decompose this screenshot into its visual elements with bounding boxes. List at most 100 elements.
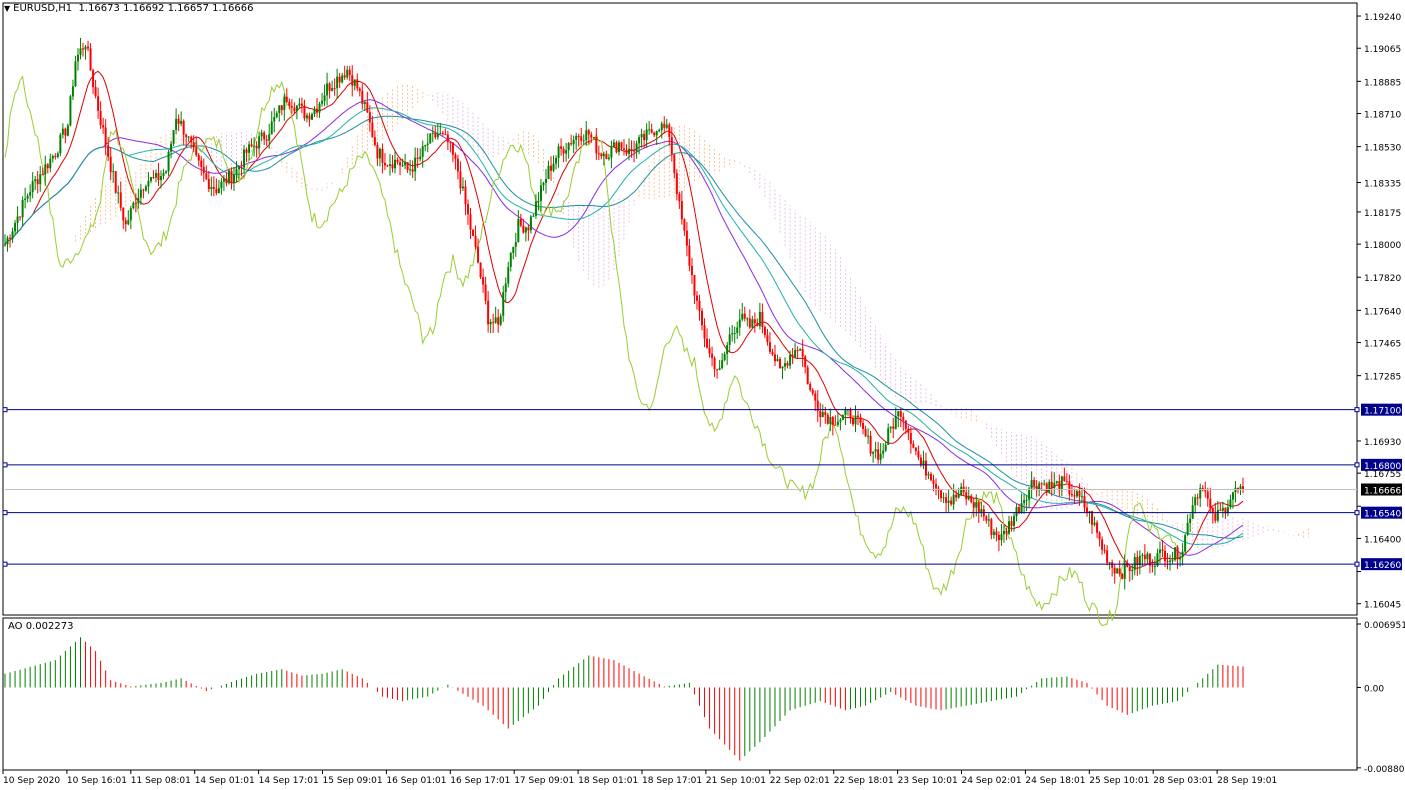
- candle-body: [1174, 547, 1177, 560]
- candle-body: [172, 130, 175, 144]
- candle-body: [514, 241, 517, 247]
- candle-body: [590, 134, 593, 138]
- candle-body: [836, 421, 839, 425]
- candle-body: [527, 227, 530, 231]
- candle-body: [857, 415, 860, 418]
- candle-body: [635, 143, 638, 152]
- candle-body: [985, 516, 988, 521]
- candle-body: [547, 165, 550, 179]
- candle-body: [718, 368, 721, 370]
- candle-body: [678, 193, 681, 202]
- candle-body: [21, 199, 24, 218]
- candle-body: [92, 70, 95, 88]
- candle-body: [512, 246, 515, 253]
- candle-body: [987, 519, 990, 521]
- candle-body: [144, 186, 147, 191]
- candle-body: [489, 321, 492, 325]
- price-tick-label: 1.16930: [1364, 438, 1401, 448]
- candle-body: [617, 142, 620, 153]
- level-handle-left: [2, 510, 8, 516]
- candle-body: [348, 69, 351, 76]
- candle-body: [313, 108, 316, 115]
- candle-body: [185, 134, 188, 138]
- candle-body: [781, 366, 784, 369]
- candle-body: [839, 419, 842, 422]
- candle-body: [955, 494, 958, 498]
- candle-body: [602, 153, 605, 157]
- candle-body: [34, 179, 37, 182]
- candle-body: [502, 292, 505, 316]
- candle-body: [786, 363, 789, 366]
- time-tick-label: 22 Sep 02:01: [770, 776, 830, 786]
- candle-body: [796, 350, 799, 352]
- candle-body: [1153, 565, 1156, 567]
- candle-body: [1002, 530, 1005, 535]
- candle-body: [1121, 573, 1124, 579]
- candle-body: [71, 86, 74, 97]
- candle-body: [1106, 550, 1109, 563]
- candle-body: [950, 500, 953, 505]
- candle-body: [806, 367, 809, 384]
- candle-body: [597, 153, 600, 155]
- candle-body: [572, 139, 575, 145]
- candle-body: [102, 125, 105, 128]
- candle-body: [902, 416, 905, 421]
- candle-body: [333, 88, 336, 90]
- candle-body: [391, 164, 394, 169]
- triangle-down-icon[interactable]: ▼: [4, 4, 10, 13]
- candle-body: [139, 189, 142, 198]
- time-tick-label: 23 Sep 10:01: [898, 776, 958, 786]
- candle-body: [1184, 535, 1187, 552]
- candle-body: [9, 237, 12, 239]
- candle-body: [1146, 553, 1149, 560]
- candle-body: [6, 237, 9, 245]
- price-axis: 1.19240 1.19065 1.18885 1.18710 1.18530 1.183…: [1357, 13, 1401, 611]
- candle-body: [396, 159, 399, 163]
- candle-body: [84, 46, 87, 50]
- candle-body: [356, 79, 359, 89]
- candle-body: [811, 390, 814, 394]
- candle-body: [1209, 498, 1212, 508]
- price-chart[interactable]: 1.171001.168001.165401.162601.16666 1.19…: [0, 0, 1405, 790]
- candle-body: [154, 173, 157, 178]
- candle-body: [940, 490, 943, 499]
- candle-body: [87, 46, 90, 49]
- candle-body: [82, 48, 85, 50]
- candle-body: [426, 143, 429, 145]
- candle-body: [378, 148, 381, 159]
- candle-body: [831, 417, 834, 425]
- candle-body: [580, 136, 583, 141]
- candle-body: [957, 494, 960, 498]
- candle-body: [484, 284, 487, 301]
- candle-body: [323, 95, 326, 101]
- time-tick-label: 17 Sep 09:01: [514, 776, 574, 786]
- time-tick-label: 22 Sep 18:01: [834, 776, 894, 786]
- candle-body: [1000, 534, 1003, 541]
- candle-body: [24, 198, 27, 200]
- candle-body: [29, 192, 32, 196]
- candle-body: [922, 460, 925, 465]
- candle-body: [975, 502, 978, 508]
- candle-body: [472, 229, 475, 236]
- price-tick-label: 1.18000: [1364, 241, 1401, 251]
- candle-body: [1128, 566, 1131, 572]
- candle-body: [640, 134, 643, 138]
- candle-body: [773, 354, 776, 362]
- candle-body: [519, 218, 522, 226]
- candle-body: [321, 100, 324, 104]
- candle-body: [945, 497, 948, 503]
- candle-body: [361, 91, 364, 104]
- time-tick-label: 10 Sep 2020: [3, 776, 60, 786]
- candle-body: [210, 186, 213, 190]
- candle-body: [1096, 522, 1099, 533]
- candle-body: [1103, 549, 1106, 551]
- candle-body: [529, 216, 532, 231]
- candle-body: [952, 494, 955, 505]
- candle-body: [1098, 532, 1101, 540]
- candle-body: [1169, 560, 1172, 563]
- candle-body: [260, 132, 263, 137]
- candle-body: [1043, 483, 1046, 485]
- candle-body: [482, 277, 485, 285]
- time-tick-label: 28 Sep 19:01: [1217, 776, 1277, 786]
- symbol-header[interactable]: ▼ EURUSD,H1 1.16673 1.16692 1.16657 1.166…: [4, 3, 253, 14]
